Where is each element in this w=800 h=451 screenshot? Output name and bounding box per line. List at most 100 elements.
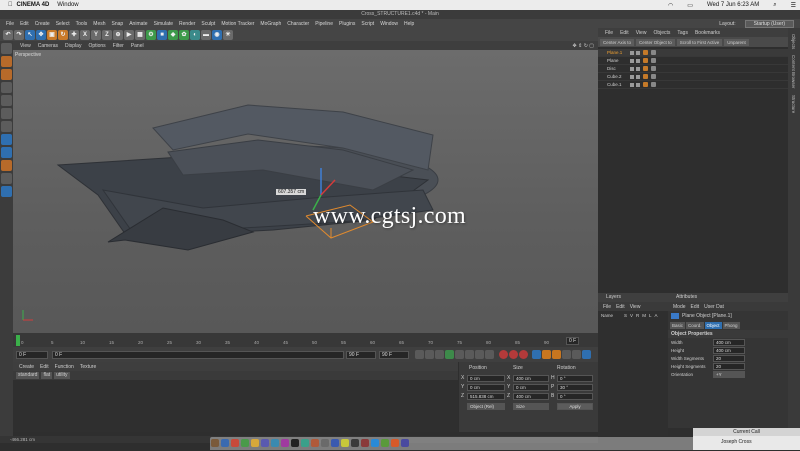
light-icon[interactable]: ☀ xyxy=(223,29,233,40)
position-y-field[interactable]: 0 cm xyxy=(467,383,505,391)
menu-animate[interactable]: Animate xyxy=(129,21,147,27)
edges-mode-icon[interactable] xyxy=(1,108,12,119)
render-dot[interactable] xyxy=(636,74,640,79)
menu-simulate[interactable]: Simulate xyxy=(154,21,173,27)
timeline-ruler[interactable]: 0 5 10 15 20 25 30 35 40 45 50 55 60 65 … xyxy=(13,333,598,347)
size-z-field[interactable]: 400 cm xyxy=(513,392,549,400)
attr-menu-mode[interactable]: Mode xyxy=(673,304,686,310)
deformer-icon[interactable]: ◐ xyxy=(190,29,200,40)
tag-icon[interactable] xyxy=(643,74,648,79)
record-keys-icon[interactable] xyxy=(499,350,508,359)
x-axis-icon[interactable]: X xyxy=(80,29,90,40)
rotate-tool-icon[interactable]: ↻ xyxy=(58,29,68,40)
dock-app-icon[interactable] xyxy=(311,439,319,447)
subdivision-icon[interactable]: ◆ xyxy=(168,29,178,40)
texture-tag-icon[interactable] xyxy=(651,74,656,79)
width-segments-field[interactable]: 20 xyxy=(713,354,745,362)
material-menu-create[interactable]: Create xyxy=(19,364,34,370)
position-key-icon[interactable] xyxy=(532,350,541,359)
size-y-field[interactable]: 0 cm xyxy=(513,383,549,391)
dock-app-icon[interactable] xyxy=(331,439,339,447)
layers-menu-edit[interactable]: Edit xyxy=(616,304,625,310)
dock-app-icon[interactable] xyxy=(351,439,359,447)
tag-icon[interactable] xyxy=(643,58,648,63)
dock-app-icon[interactable] xyxy=(301,439,309,447)
menu-mesh[interactable]: Mesh xyxy=(93,21,105,27)
coordinate-system-icon[interactable]: ⊕ xyxy=(113,29,123,40)
menu-motion-tracker[interactable]: Motion Tracker xyxy=(221,21,254,27)
layers-menu-file[interactable]: File xyxy=(603,304,611,310)
viewport-nav-icons[interactable]: ✥ ⇕ ↻ ▢ xyxy=(573,43,594,49)
texture-tag-icon[interactable] xyxy=(651,58,656,63)
dock-app-icon[interactable] xyxy=(401,439,409,447)
material-menu-texture[interactable]: Texture xyxy=(80,364,96,370)
play-icon[interactable] xyxy=(445,350,454,359)
tab-structure[interactable]: Structure xyxy=(791,95,796,113)
material-menu-edit[interactable]: Edit xyxy=(40,364,49,370)
parameter-key-icon[interactable] xyxy=(562,350,571,359)
clock[interactable]: Wed 7 Jun 6:23 AM xyxy=(707,2,759,8)
object-name[interactable]: Plane xyxy=(598,58,628,63)
camera-icon[interactable]: ◉ xyxy=(212,29,222,40)
viewport-menu-panel[interactable]: Panel xyxy=(131,43,144,49)
coord-mode-select[interactable]: Object (Rel) xyxy=(467,402,505,410)
menu-pipeline[interactable]: Pipeline xyxy=(315,21,333,27)
render-picture-viewer-icon[interactable]: ▦ xyxy=(135,29,145,40)
dock-app-icon[interactable] xyxy=(261,439,269,447)
attr-menu-edit[interactable]: Edit xyxy=(691,304,700,310)
scale-tool-icon[interactable]: ▣ xyxy=(47,29,57,40)
workplane-icon[interactable] xyxy=(1,82,12,93)
object-name[interactable]: Cube.1 xyxy=(598,82,628,87)
dock-app-icon[interactable] xyxy=(341,439,349,447)
attr-tab-object[interactable]: Object xyxy=(704,322,722,329)
filter-utility[interactable]: utility xyxy=(54,372,70,379)
render-dot[interactable] xyxy=(636,66,640,71)
material-menu-function[interactable]: Function xyxy=(55,364,74,370)
tag-icon[interactable] xyxy=(643,66,648,71)
om-menu-edit[interactable]: Edit xyxy=(620,30,629,36)
scale-key-icon[interactable] xyxy=(542,350,551,359)
autokey-icon[interactable] xyxy=(509,350,518,359)
preview-range-slider[interactable]: 0 F xyxy=(52,350,344,359)
menu-sculpt[interactable]: Sculpt xyxy=(201,21,215,27)
attr-tab-phong[interactable]: Phong xyxy=(722,322,740,329)
dock-app-icon[interactable] xyxy=(371,439,379,447)
dock-app-icon[interactable] xyxy=(291,439,299,447)
search-icon[interactable]: ⌕ xyxy=(773,2,776,9)
move-tool-icon[interactable]: ✥ xyxy=(36,29,46,40)
render-dot[interactable] xyxy=(636,50,640,55)
keyframe-selection-icon[interactable] xyxy=(519,350,528,359)
viewport-menu-options[interactable]: Options xyxy=(88,43,105,49)
recent-tools-icon[interactable]: ✚ xyxy=(69,29,79,40)
menu-help[interactable]: Help xyxy=(404,21,414,27)
model-mode-icon[interactable] xyxy=(1,56,12,67)
menu-window[interactable]: Window xyxy=(380,21,398,27)
viewport-menu-view[interactable]: View xyxy=(20,43,31,49)
planar-workplane-icon[interactable] xyxy=(1,186,12,197)
axis-mode-icon[interactable] xyxy=(1,134,12,145)
object-row[interactable]: Plane xyxy=(598,57,788,65)
perspective-viewport[interactable]: Perspective 607.357 cm www.cgtsj.com xyxy=(13,50,598,333)
render-settings-icon[interactable]: ⚙ xyxy=(146,29,156,40)
om-menu-objects[interactable]: Objects xyxy=(653,30,670,36)
object-name[interactable]: Plane.1 xyxy=(598,50,628,55)
previous-frame-icon[interactable] xyxy=(435,350,444,359)
max-frame-field[interactable]: 90 F xyxy=(379,350,409,359)
menu-file[interactable]: File xyxy=(6,21,14,27)
layout-select[interactable]: Startup (User) xyxy=(744,20,794,28)
visibility-dot[interactable] xyxy=(630,82,634,87)
timeline-menu-icon[interactable] xyxy=(582,350,591,359)
cube-primitive-icon[interactable]: ■ xyxy=(157,29,167,40)
window-menu[interactable]: Window xyxy=(57,2,78,8)
dock-app-icon[interactable] xyxy=(281,439,289,447)
undo-icon[interactable]: ↶ xyxy=(3,29,13,40)
width-field[interactable]: 400 cm xyxy=(713,338,745,346)
center-axis-button[interactable]: Center Axis to xyxy=(600,38,635,46)
position-z-field[interactable]: 515.838 cm xyxy=(467,392,505,400)
array-icon[interactable]: ✿ xyxy=(179,29,189,40)
om-menu-view[interactable]: View xyxy=(636,30,647,36)
rotation-h-field[interactable]: 0 ° xyxy=(557,374,593,382)
dock-app-icon[interactable] xyxy=(231,439,239,447)
texture-tag-icon[interactable] xyxy=(651,50,656,55)
dock-app-icon[interactable] xyxy=(321,439,329,447)
